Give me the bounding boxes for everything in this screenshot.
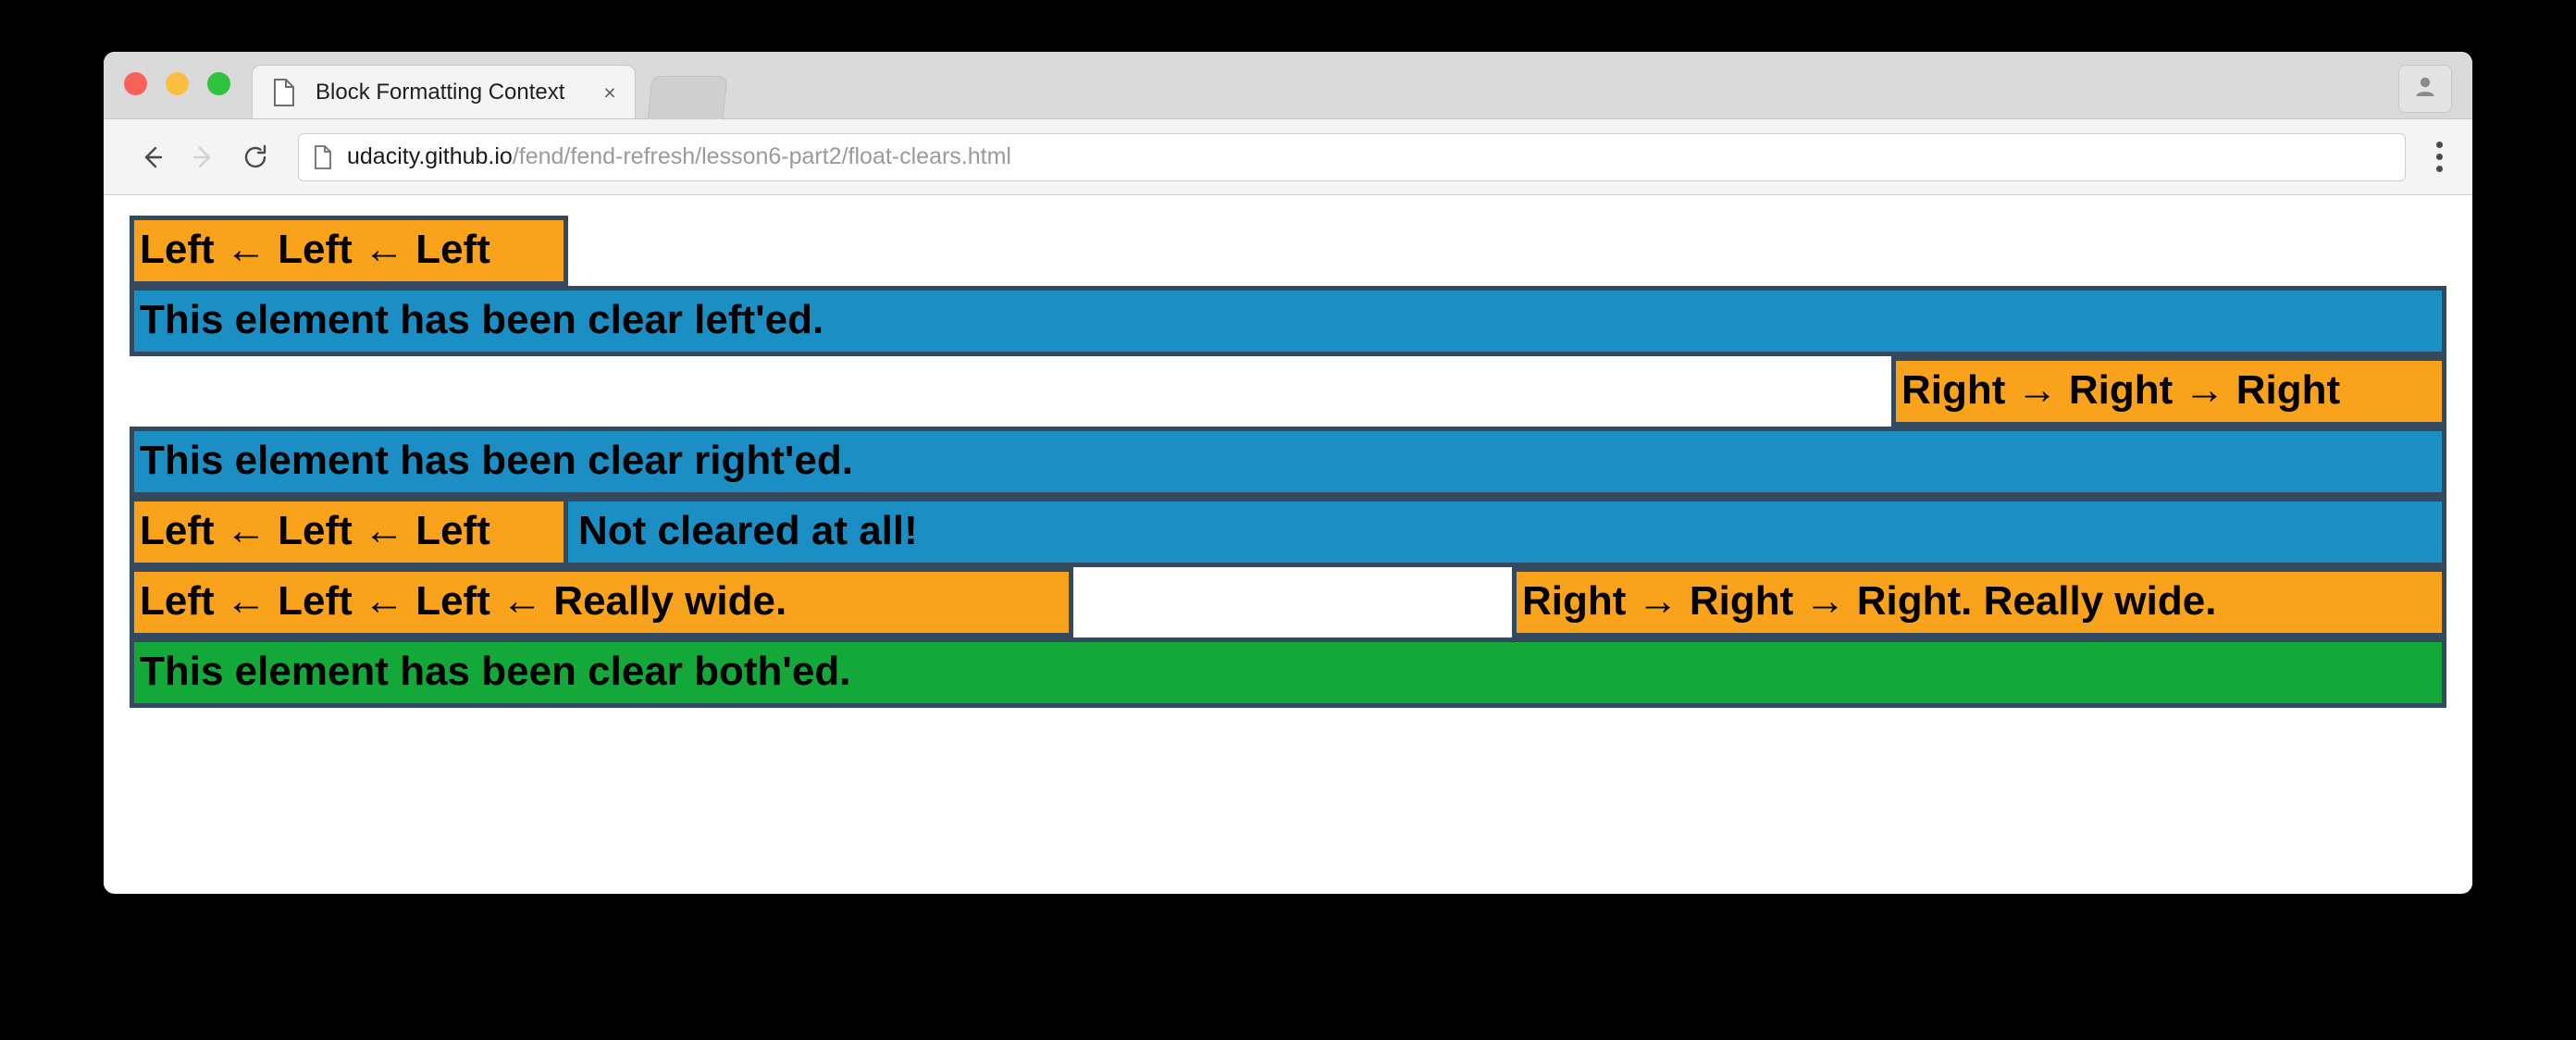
left-float-block-wide: Left ← Left ← Left ← Really wide.	[130, 567, 1073, 638]
menu-dot	[2435, 142, 2443, 148]
tab-strip: Block Formatting Context ×	[104, 52, 2472, 119]
page-document-icon	[273, 78, 295, 106]
tab-close-icon[interactable]: ×	[596, 79, 624, 106]
menu-dot	[2435, 154, 2443, 160]
right-float-block-wide: Right → Right → Right. Really wide.	[1512, 567, 2446, 638]
forward-button[interactable]	[178, 131, 229, 183]
left-float-block-2: Left ← Left ← Left	[130, 497, 568, 567]
clear-both-block: This element has been clear both'ed.	[130, 638, 2446, 708]
browser-toolbar: udacity.github.io/fend/fend-refresh/less…	[104, 119, 2472, 195]
three-dot-menu-icon[interactable]	[2419, 131, 2459, 183]
page-info-icon[interactable]	[314, 144, 332, 169]
user-avatar-icon	[2412, 74, 2438, 105]
window-controls	[124, 72, 230, 95]
clear-left-block: This element has been clear left'ed.	[130, 286, 2446, 356]
demo-row-wide-floats: Left ← Left ← Left ← Really wide. Right …	[130, 567, 2446, 638]
address-bar[interactable]: udacity.github.io/fend/fend-refresh/less…	[298, 132, 2406, 181]
window-maximize-button[interactable]	[207, 72, 230, 95]
menu-dot	[2435, 166, 2443, 172]
browser-tab-inactive[interactable]	[647, 76, 728, 119]
demo-row-right-float: Right → Right → Right	[130, 356, 2446, 427]
window-minimize-button[interactable]	[166, 72, 189, 95]
browser-window: Block Formatting Context × udacity.githu…	[104, 52, 2472, 894]
reload-button[interactable]	[229, 131, 281, 183]
right-float-block-1: Right → Right → Right	[1891, 356, 2446, 427]
url-path: /fend/fend-refresh/lesson6-part2/float-c…	[512, 143, 1011, 169]
browser-tab-active[interactable]: Block Formatting Context ×	[252, 65, 636, 118]
page-viewport: Left ← Left ← Left This element has been…	[104, 195, 2472, 893]
window-close-button[interactable]	[124, 72, 147, 95]
browser-tab-title: Block Formatting Context	[316, 79, 565, 105]
back-button[interactable]	[126, 131, 178, 183]
demo-row-not-cleared: Not cleared at all! Left ← Left ← Left	[130, 497, 2446, 567]
url-domain: udacity.github.io	[347, 143, 513, 169]
address-bar-text: udacity.github.io/fend/fend-refresh/less…	[347, 143, 1011, 170]
demo-row-left-float: Left ← Left ← Left	[130, 216, 2446, 286]
clear-right-block: This element has been clear right'ed.	[130, 427, 2446, 497]
profile-button[interactable]	[2398, 65, 2452, 113]
left-float-block-1: Left ← Left ← Left	[130, 216, 568, 286]
